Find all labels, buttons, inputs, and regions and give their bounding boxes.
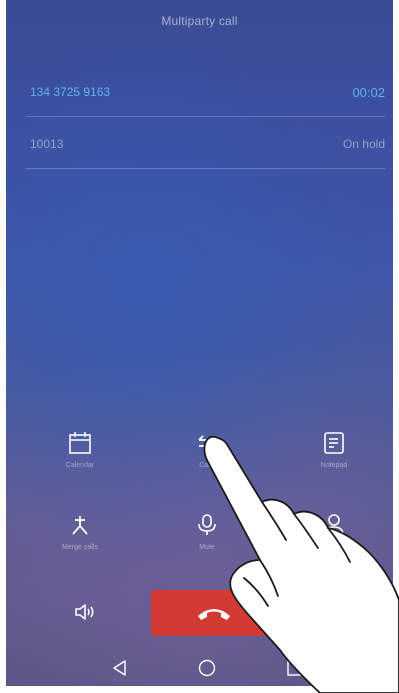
end-call-button[interactable] — [151, 590, 277, 636]
swap-calls-button[interactable]: Calls — [162, 430, 252, 469]
recents-icon[interactable] — [285, 658, 305, 678]
calendar-button[interactable]: Calendar — [35, 430, 125, 469]
notepad-icon — [324, 432, 344, 454]
active-call-timer: 00:02 — [352, 84, 385, 100]
held-call-status: On hold — [342, 137, 385, 151]
merge-calls-button[interactable]: Merge calls — [35, 512, 125, 551]
held-call-row[interactable]: 10013 On hold — [30, 122, 385, 166]
divider — [26, 168, 385, 169]
mute-button[interactable]: Mute — [162, 512, 252, 551]
back-icon[interactable] — [110, 658, 130, 678]
navigation-bar — [6, 648, 393, 686]
hang-up-icon — [198, 609, 230, 620]
swap-icon — [198, 435, 216, 451]
merge-calls-label: Merge calls — [62, 544, 98, 551]
mute-label: Mute — [199, 544, 215, 551]
active-call-row[interactable]: 134 3725 9163 00:02 — [30, 70, 385, 114]
calendar-label: Calendar — [65, 462, 95, 469]
merge-icon — [72, 516, 88, 535]
home-icon[interactable] — [197, 658, 217, 678]
screen-title: Multiparty call — [161, 14, 238, 28]
notepad-button[interactable]: Notepad — [289, 430, 379, 469]
speaker-icon — [75, 604, 94, 620]
speaker-button[interactable] — [73, 600, 97, 629]
contacts-button[interactable]: Contacts — [289, 512, 379, 551]
phone-screen: Multiparty call 134 3725 9163 00:02 1001… — [6, 0, 393, 686]
active-call-number: 134 3725 9163 — [30, 85, 111, 99]
divider — [26, 116, 385, 117]
held-call-number: 10013 — [30, 137, 64, 151]
calendar-icon — [69, 432, 91, 454]
swap-calls-label: Calls — [199, 462, 215, 469]
contact-icon — [324, 514, 344, 536]
notepad-label: Notepad — [320, 462, 348, 469]
microphone-icon — [198, 514, 216, 535]
contacts-label: Contacts — [320, 544, 348, 551]
